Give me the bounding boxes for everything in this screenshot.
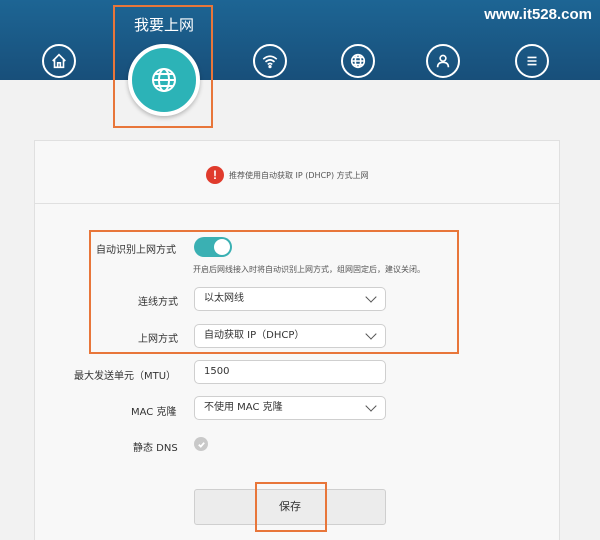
mac-clone-label: MAC 克隆 bbox=[131, 407, 177, 418]
mtu-label: 最大发送单元（MTU） bbox=[74, 371, 177, 382]
globe-settings-icon[interactable] bbox=[341, 44, 375, 78]
mtu-input[interactable]: 1500 bbox=[194, 360, 386, 384]
chevron-down-icon bbox=[365, 400, 377, 412]
watermark: www.it528.com bbox=[484, 6, 592, 23]
highlight-active-tab bbox=[113, 5, 213, 128]
static-dns-checkbox[interactable] bbox=[194, 437, 208, 451]
top-nav-bar: www.it528.com bbox=[0, 0, 600, 80]
check-icon bbox=[197, 441, 205, 448]
highlight-wan-settings bbox=[89, 230, 459, 354]
dhcp-notice: 推荐使用自动获取 IP (DHCP) 方式上网 bbox=[229, 171, 369, 180]
menu-icon[interactable] bbox=[515, 44, 549, 78]
divider bbox=[34, 203, 560, 204]
mtu-value: 1500 bbox=[204, 366, 230, 377]
user-icon[interactable] bbox=[426, 44, 460, 78]
static-dns-label: 静态 DNS bbox=[133, 443, 178, 454]
home-icon[interactable] bbox=[42, 44, 76, 78]
warning-icon: ! bbox=[206, 166, 224, 184]
highlight-save bbox=[255, 482, 327, 532]
wifi-icon[interactable] bbox=[253, 44, 287, 78]
mac-clone-select[interactable]: 不使用 MAC 克隆 bbox=[194, 396, 386, 420]
mac-clone-value: 不使用 MAC 克隆 bbox=[204, 402, 283, 413]
